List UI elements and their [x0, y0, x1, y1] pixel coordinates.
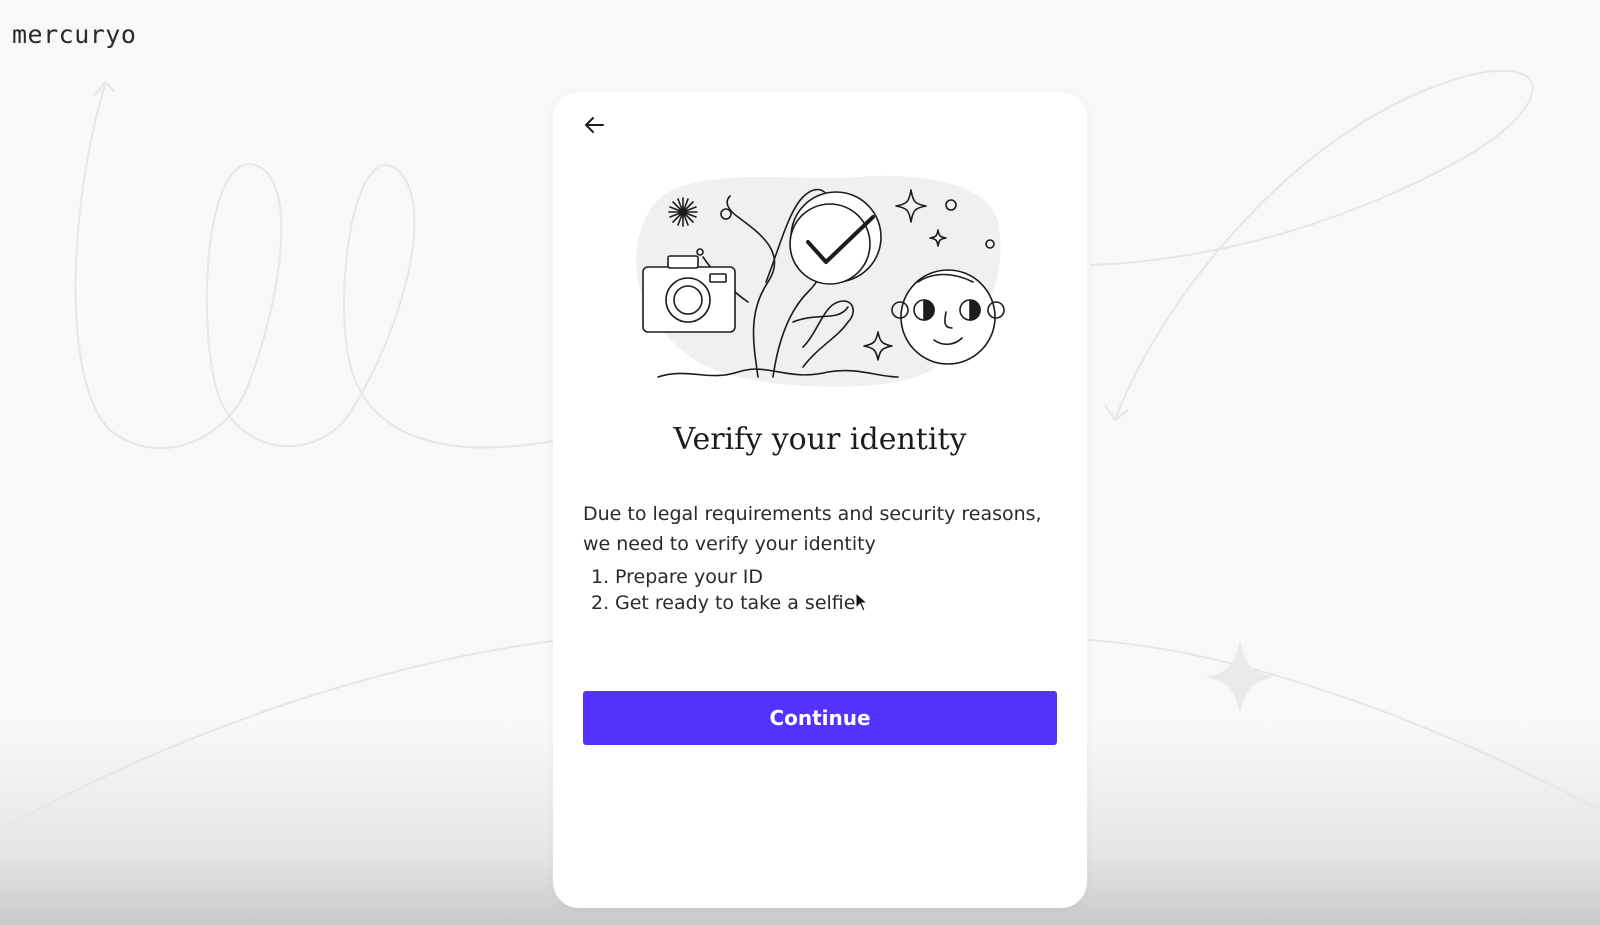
identity-verification-illustration	[636, 175, 1005, 387]
list-item: 2. Get ready to take a selfie	[591, 590, 1061, 616]
step-label: Get ready to take a selfie	[615, 592, 856, 614]
step-number: 1.	[591, 566, 610, 588]
back-button[interactable]	[577, 108, 611, 142]
step-label: Prepare your ID	[615, 566, 764, 588]
page-title: Verify your identity	[673, 422, 967, 457]
page: mercuryo Verify your identity Due to leg…	[0, 0, 1600, 925]
mouse-cursor-icon	[855, 592, 869, 612]
verification-card: Verify your identity Due to legal requir…	[553, 92, 1087, 908]
continue-button[interactable]: Continue	[583, 691, 1057, 745]
brand-logo[interactable]: mercuryo	[12, 20, 136, 49]
description-text: Due to legal requirements and security r…	[583, 503, 1042, 555]
step-number: 2.	[591, 592, 610, 614]
steps-list: 1. Prepare your ID 2. Get ready to take …	[591, 564, 1061, 616]
list-item: 1. Prepare your ID	[591, 564, 1061, 590]
arrow-left-icon	[585, 117, 604, 133]
